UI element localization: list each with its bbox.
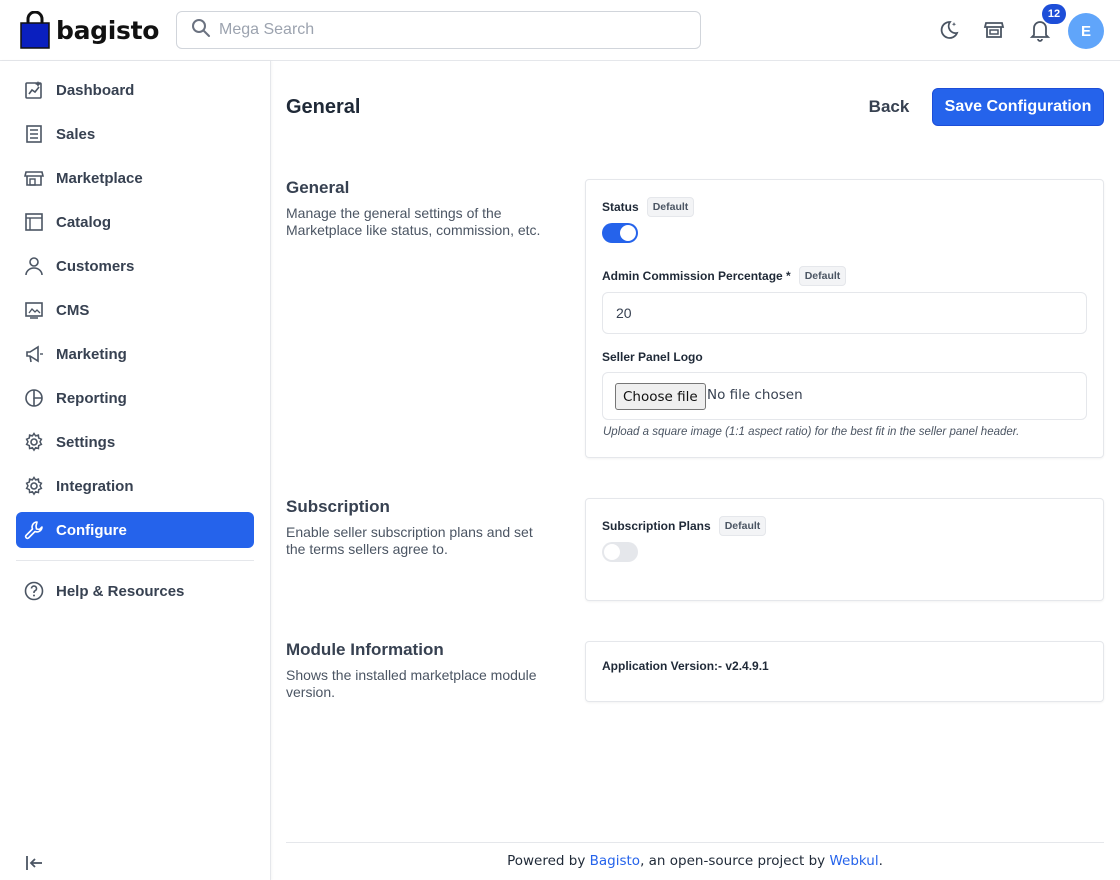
collapse-sidebar-icon[interactable] [22, 851, 46, 875]
megaphone-icon [24, 344, 44, 364]
status-toggle[interactable] [602, 223, 638, 243]
customers-icon [24, 256, 44, 276]
sidebar-item-help[interactable]: Help & Resources [16, 573, 254, 609]
sidebar-item-label: Help & Resources [56, 582, 185, 600]
wrench-icon [24, 520, 44, 540]
sidebar: Dashboard Sales Marketplace Catalog Cust… [0, 61, 271, 880]
dashboard-icon [24, 80, 44, 100]
application-version-text: Application Version:- v2.4.9.1 [602, 659, 769, 673]
footer-middle: , an open-source project by [640, 853, 830, 869]
brand-name: bagisto [56, 15, 160, 45]
bagisto-link[interactable]: Bagisto [590, 853, 640, 869]
commission-label: Admin Commission Percentage * [602, 269, 791, 283]
sidebar-item-marketing[interactable]: Marketing [16, 336, 254, 372]
sidebar-item-label: Customers [56, 257, 135, 275]
cms-icon [24, 300, 44, 320]
footer-prefix: Powered by [507, 853, 590, 869]
toggle-knob [604, 544, 620, 560]
sidebar-divider [16, 560, 254, 561]
subscription-plans-label: Subscription Plans [602, 519, 711, 533]
sidebar-item-cms[interactable]: CMS [16, 292, 254, 328]
page-title: General [286, 96, 361, 118]
gear-icon [24, 432, 44, 452]
sidebar-item-label: Integration [56, 477, 134, 495]
sidebar-item-label: Sales [56, 125, 96, 143]
save-configuration-button[interactable]: Save Configuration [932, 88, 1104, 126]
sidebar-item-settings[interactable]: Settings [16, 424, 254, 460]
status-label: Status [602, 200, 639, 214]
default-tag: Default [798, 266, 847, 286]
logo-hint-text: Upload a square image (1:1 aspect ratio)… [603, 426, 1020, 438]
marketplace-icon [24, 168, 44, 188]
search-icon [191, 18, 211, 43]
sidebar-item-configure[interactable]: Configure [16, 512, 254, 548]
subscription-plans-toggle[interactable] [602, 542, 638, 562]
sidebar-item-marketplace[interactable]: Marketplace [16, 160, 254, 196]
module-info-card: Application Version:- v2.4.9.1 [585, 641, 1104, 702]
commission-field-label: Admin Commission Percentage * Default [602, 266, 847, 286]
status-field-label: Status Default [602, 197, 695, 217]
help-circle-icon [24, 581, 44, 601]
sidebar-item-label: Catalog [56, 213, 112, 231]
sidebar-item-label: Configure [56, 521, 127, 539]
sidebar-item-label: Dashboard [56, 81, 135, 99]
subscription-settings-card: Subscription Plans Default [585, 498, 1104, 601]
section-title-subscription: Subscription [286, 497, 390, 516]
notification-count-badge: 12 [1042, 4, 1066, 24]
top-header: bagisto 12 E [0, 0, 1120, 61]
store-icon[interactable] [980, 16, 1008, 44]
gear-icon [24, 476, 44, 496]
seller-logo-file-input[interactable]: Choose file No file chosen [602, 372, 1087, 420]
shopping-bag-icon [20, 10, 50, 49]
search-input[interactable] [219, 21, 679, 39]
subscription-plans-field-label: Subscription Plans Default [602, 516, 767, 536]
sidebar-item-catalog[interactable]: Catalog [16, 204, 254, 240]
footer-divider [286, 842, 1104, 843]
user-avatar[interactable]: E [1068, 13, 1104, 49]
catalog-icon [24, 212, 44, 232]
default-tag: Default [718, 516, 767, 536]
section-description-module: Shows the installed marketplace module v… [286, 667, 537, 700]
toggle-knob [620, 225, 636, 241]
sidebar-item-customers[interactable]: Customers [16, 248, 254, 284]
webkul-link[interactable]: Webkul [829, 853, 878, 869]
sidebar-item-integration[interactable]: Integration [16, 468, 254, 504]
sidebar-item-label: CMS [56, 301, 90, 319]
section-description-subscription: Enable seller subscription plans and set… [286, 524, 533, 557]
section-title-module: Module Information [286, 640, 444, 659]
choose-file-button[interactable]: Choose file [615, 383, 706, 410]
sidebar-item-sales[interactable]: Sales [16, 116, 254, 152]
sidebar-item-label: Settings [56, 433, 116, 451]
section-description-general: Manage the general settings of the Marke… [286, 205, 541, 238]
pie-chart-icon [24, 388, 44, 408]
back-button[interactable]: Back [860, 89, 918, 125]
default-tag: Default [646, 197, 695, 217]
file-status-text: No file chosen [707, 387, 803, 403]
commission-input[interactable]: 20 [602, 292, 1087, 334]
sidebar-item-reporting[interactable]: Reporting [16, 380, 254, 416]
sidebar-item-dashboard[interactable]: Dashboard [16, 72, 254, 108]
moon-icon[interactable] [934, 16, 962, 44]
footer-suffix: . [878, 853, 883, 869]
seller-logo-label: Seller Panel Logo [602, 350, 703, 364]
section-title-general: General [286, 178, 350, 197]
mega-search[interactable] [176, 11, 701, 49]
brand-logo[interactable]: bagisto [20, 10, 160, 49]
sidebar-item-label: Marketplace [56, 169, 143, 187]
footer: Powered by Bagisto, an open-source proje… [286, 853, 1104, 869]
sidebar-item-label: Reporting [56, 389, 127, 407]
sales-icon [24, 124, 44, 144]
sidebar-item-label: Marketing [56, 345, 127, 363]
general-settings-card: Status Default Admin Commission Percenta… [585, 179, 1104, 458]
